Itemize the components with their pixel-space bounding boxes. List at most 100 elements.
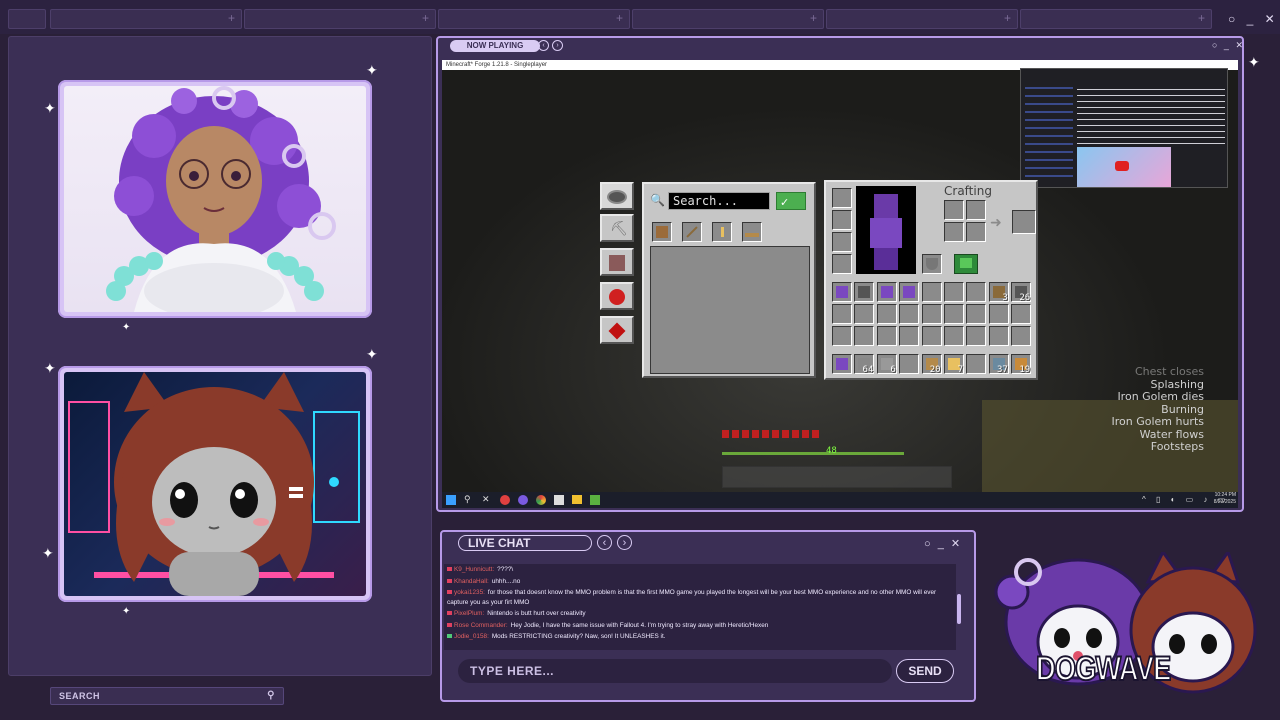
inventory-slot[interactable]: 3 [988,282,1009,303]
inventory-slot[interactable] [876,282,897,302]
hotbar-slot[interactable] [832,354,852,374]
confirm-check-button[interactable]: ✓ [776,192,806,210]
inventory-slot[interactable] [944,304,964,324]
discord-icon[interactable] [518,495,528,505]
chat-prev-button[interactable]: ‹ [597,535,612,550]
plus-icon[interactable]: + [1004,11,1011,25]
top-tab[interactable]: + [438,9,630,29]
top-tab[interactable]: + [826,9,1018,29]
offhand-slot[interactable] [922,254,942,274]
plus-icon[interactable]: + [616,11,623,25]
top-tab[interactable]: + [244,9,436,29]
inventory-slot[interactable] [854,304,875,324]
crafting-slot[interactable] [966,200,986,220]
creative-tab-food[interactable] [600,282,634,310]
creative-tab-redstone[interactable] [600,248,634,276]
armor-slot-chest[interactable] [832,210,852,230]
plus-icon[interactable]: + [422,11,429,25]
next-button[interactable]: › [552,40,563,51]
armor-slot-helmet[interactable] [832,188,852,208]
hotbar-slot[interactable]: 64 [854,354,875,375]
video-thumbnail[interactable] [1077,147,1171,187]
item-slot[interactable] [652,222,672,242]
chat-username[interactable]: yokai1235 [454,589,483,596]
chat-message-list[interactable]: K9_Hunnicutt: ????\ KhandaHall: uhhh....no y… [444,564,956,650]
window-controls[interactable]: ○ _ ✕ [1228,12,1279,26]
chat-username[interactable]: PixelPlum [454,610,482,617]
chat-input[interactable]: TYPE HERE... [458,659,892,683]
creative-items-grid[interactable] [650,246,810,374]
send-button[interactable]: SEND [896,659,954,683]
hotbar-slot[interactable]: 6 [876,354,897,375]
top-tab[interactable]: + [1020,9,1212,29]
top-tab[interactable]: + [632,9,824,29]
play-icon[interactable] [1115,161,1129,171]
creative-tab-dust[interactable] [600,316,634,344]
inventory-slot[interactable] [1011,326,1032,346]
inventory-slot[interactable] [876,304,897,324]
inventory-slot[interactable] [1011,304,1032,324]
inventory-slot[interactable] [832,326,852,346]
clock[interactable]: 10:24 PM 8/23/2025 [1204,492,1236,506]
inventory-slot[interactable] [832,282,852,302]
search-icon[interactable]: ⚲ [267,690,275,701]
crafting-result-slot[interactable] [1012,210,1036,234]
folder-icon[interactable] [572,495,582,504]
top-tab[interactable] [8,9,46,29]
inventory-slot[interactable] [921,282,942,302]
armor-slot-legs[interactable] [832,232,852,252]
minecraft-icon[interactable] [590,495,600,505]
hotbar-slot[interactable]: 20 [921,354,942,375]
now-playing-window-controls[interactable]: ○ _ ✕ [1212,40,1245,51]
inventory-slot[interactable] [966,282,987,302]
chat-username[interactable]: Jodie_0158 [454,633,487,640]
plus-icon[interactable]: + [228,11,235,25]
item-slot[interactable] [712,222,732,242]
creative-tab-compass[interactable] [600,182,634,210]
item-slot[interactable] [682,222,702,242]
search-icon[interactable]: ⚲ [464,494,471,505]
crafting-slot[interactable] [944,200,964,220]
chat-scrollbar[interactable] [957,594,961,624]
hotbar-slot[interactable] [966,354,987,374]
hotbar-slot[interactable]: 19 [1011,354,1032,375]
inventory-slot[interactable] [966,326,987,346]
plus-icon[interactable]: + [810,11,817,25]
inventory-slot[interactable] [899,304,920,324]
armor-slot-boots[interactable] [832,254,852,274]
inventory-slot[interactable] [944,282,964,302]
inventory-slot[interactable] [966,304,987,324]
crafting-slot[interactable] [966,222,986,242]
inventory-slot[interactable] [832,304,852,324]
app-icon[interactable] [500,495,510,505]
windows-start-icon[interactable] [446,495,456,505]
chat-next-button[interactable]: › [617,535,632,550]
creative-search-input[interactable]: Search... [668,192,770,210]
inventory-slot[interactable]: 26 [1011,282,1032,303]
chat-username[interactable]: KhandaHall [454,578,487,585]
search-bar[interactable]: SEARCH ⚲ [50,687,284,705]
chat-window-controls[interactable]: ○ _ ✕ [924,537,962,550]
inventory-slot[interactable] [988,326,1009,346]
inventory-slot[interactable] [921,304,942,324]
hotbar-slot[interactable]: 7 [944,354,964,375]
inventory-slot[interactable] [899,326,920,346]
prev-button[interactable]: ‹ [538,40,549,51]
chat-username[interactable]: Rose Commander [454,622,506,629]
inventory-slot[interactable] [921,326,942,346]
inventory-slot[interactable] [854,326,875,346]
chrome-icon[interactable] [536,495,546,505]
item-slot[interactable] [742,222,762,242]
browser-overlay[interactable] [1020,68,1228,188]
inventory-slot[interactable] [944,326,964,346]
inventory-slot[interactable] [854,282,875,302]
app-icon[interactable] [554,495,564,505]
top-tab[interactable]: + [50,9,242,29]
hotbar-slot[interactable] [899,354,920,374]
inventory-slot[interactable] [876,326,897,346]
plus-icon[interactable]: + [1198,11,1205,25]
inventory-slot[interactable] [899,282,920,302]
chat-username[interactable]: K9_Hunnicutt [454,566,492,573]
inventory-slot[interactable] [988,304,1009,324]
hotbar-slot[interactable]: 37 [988,354,1009,375]
